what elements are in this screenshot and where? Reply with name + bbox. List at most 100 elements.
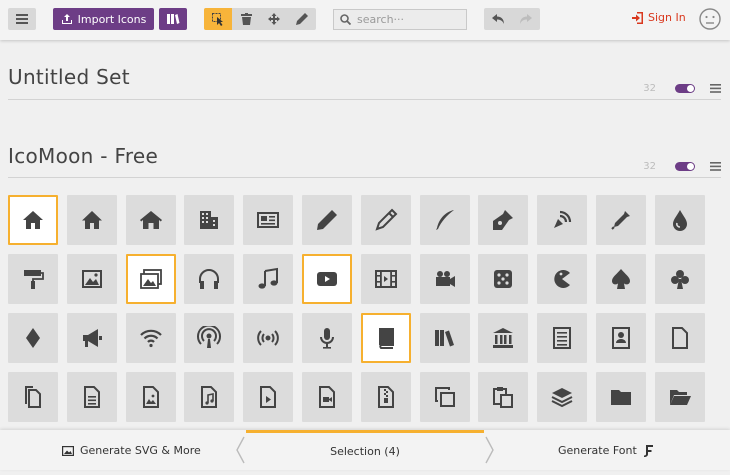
search-field[interactable] (333, 9, 467, 30)
icon-tile-folder[interactable] (596, 372, 646, 422)
pencil-icon (317, 210, 337, 230)
icon-tile-pacman[interactable] (537, 254, 588, 304)
set-divider (8, 99, 721, 100)
icon-tile-play[interactable] (302, 254, 352, 304)
icon-tile-blog[interactable] (537, 195, 588, 245)
chevron-left-icon (236, 436, 245, 464)
delete-tool[interactable] (232, 8, 260, 30)
icon-tile-video-camera[interactable] (419, 254, 470, 304)
user-avatar-icon[interactable] (699, 8, 721, 30)
icon-tile-bullhorn[interactable] (66, 313, 117, 363)
generate-svg-button[interactable]: Generate SVG & More (62, 444, 201, 457)
icon-tile-spades[interactable] (596, 254, 646, 304)
sign-in-link[interactable]: Sign In (632, 11, 686, 24)
home2-icon (81, 211, 102, 229)
search-input[interactable] (357, 13, 453, 26)
feed-icon (257, 330, 280, 346)
main-menu-button[interactable] (8, 8, 36, 30)
icon-tile-file-text2[interactable] (66, 372, 117, 422)
icon-tile-podcast[interactable] (184, 313, 235, 363)
hamburger-icon (16, 14, 28, 24)
stack-icon (551, 388, 573, 408)
office-icon (200, 211, 219, 229)
icon-tile-clubs[interactable] (654, 254, 705, 304)
icon-tile-droplet[interactable] (654, 195, 705, 245)
icon-tile-home3[interactable] (125, 195, 176, 245)
icon-tile-files-empty[interactable] (8, 372, 58, 422)
icon-tile-home[interactable] (8, 195, 58, 245)
undo-button[interactable] (484, 8, 512, 30)
icon-tile-folder-open[interactable] (654, 372, 705, 422)
music-icon (258, 267, 279, 289)
set-visibility-toggle[interactable] (675, 84, 695, 93)
redo-button[interactable] (512, 8, 540, 30)
icon-tile-feed[interactable] (243, 313, 294, 363)
icon-tile-image[interactable] (66, 254, 117, 304)
chevron-right-icon (485, 436, 494, 464)
icon-tile-paint-format[interactable] (8, 254, 58, 304)
generate-font-button[interactable]: Generate Font (558, 444, 653, 457)
icon-tile-connection[interactable] (125, 313, 176, 363)
icon-tile-book[interactable] (360, 313, 411, 363)
icon-tile-file-video[interactable] (302, 372, 352, 422)
copy-icon (434, 387, 455, 407)
clubs-icon (670, 270, 689, 289)
icon-tile-pencil2[interactable] (360, 195, 411, 245)
droplet-icon (672, 210, 687, 231)
icon-tile-file-play[interactable] (243, 372, 294, 422)
set-visibility-toggle[interactable] (675, 162, 695, 171)
icon-tile-music[interactable] (243, 254, 294, 304)
bullhorn-icon (82, 329, 102, 347)
icon-tile-quill[interactable] (419, 195, 470, 245)
icon-tile-library[interactable] (478, 313, 529, 363)
icon-tile-newspaper[interactable] (243, 195, 294, 245)
icon-tile-stack[interactable] (537, 372, 588, 422)
select-tool[interactable] (204, 8, 232, 30)
file-empty-icon (671, 327, 688, 349)
icon-tile-file-text[interactable] (537, 313, 588, 363)
icon-tile-pen[interactable] (478, 195, 529, 245)
import-icons-label: Import Icons (77, 12, 147, 26)
sign-in-label: Sign In (648, 11, 686, 24)
icon-tile-file-zip[interactable] (360, 372, 411, 422)
set-menu-icon[interactable] (710, 84, 721, 93)
set-title[interactable]: IcoMoon - Free (8, 144, 158, 168)
icon-tile-mic[interactable] (302, 313, 352, 363)
icon-tile-books[interactable] (419, 313, 470, 363)
file-zip-icon (377, 386, 394, 408)
icon-tile-diamonds[interactable] (8, 313, 58, 363)
icon-tile-profile[interactable] (596, 313, 646, 363)
icon-tile-copy[interactable] (419, 372, 470, 422)
icon-tile-file-picture[interactable] (125, 372, 176, 422)
sign-in-icon (632, 11, 643, 24)
icon-tile-file-empty[interactable] (654, 313, 705, 363)
file-video-icon (319, 386, 335, 408)
folder-open-icon (669, 390, 691, 405)
newspaper-icon (257, 212, 280, 228)
pencil2-icon (375, 208, 398, 231)
icon-tile-file-music[interactable] (184, 372, 235, 422)
set-title[interactable]: Untitled Set (8, 65, 130, 89)
icon-tile-film[interactable] (360, 254, 411, 304)
icon-tile-eyedropper[interactable] (596, 195, 646, 245)
images-icon (139, 269, 162, 289)
icon-tile-pencil[interactable] (302, 195, 352, 245)
font-icon (643, 444, 653, 457)
icon-library-button[interactable] (159, 8, 187, 30)
icon-tile-home2[interactable] (66, 195, 117, 245)
import-icons-button[interactable]: Import Icons (53, 8, 154, 30)
bottom-bar: Generate SVG & More Selection (4) Genera… (0, 430, 730, 470)
icon-tile-office[interactable] (184, 195, 235, 245)
icon-tile-paste[interactable] (478, 372, 529, 422)
history-controls (484, 8, 540, 30)
file-text2-icon (83, 386, 100, 408)
move-tool[interactable] (260, 8, 288, 30)
icon-tile-headphones[interactable] (184, 254, 235, 304)
selection-tab[interactable]: Selection (4) (246, 430, 484, 470)
move-arrows-icon (268, 13, 280, 25)
edit-tool[interactable] (288, 8, 316, 30)
icon-tile-images[interactable] (125, 254, 176, 304)
icon-tile-dice[interactable] (478, 254, 529, 304)
set-menu-icon[interactable] (710, 162, 721, 171)
dice-icon (494, 270, 513, 288)
